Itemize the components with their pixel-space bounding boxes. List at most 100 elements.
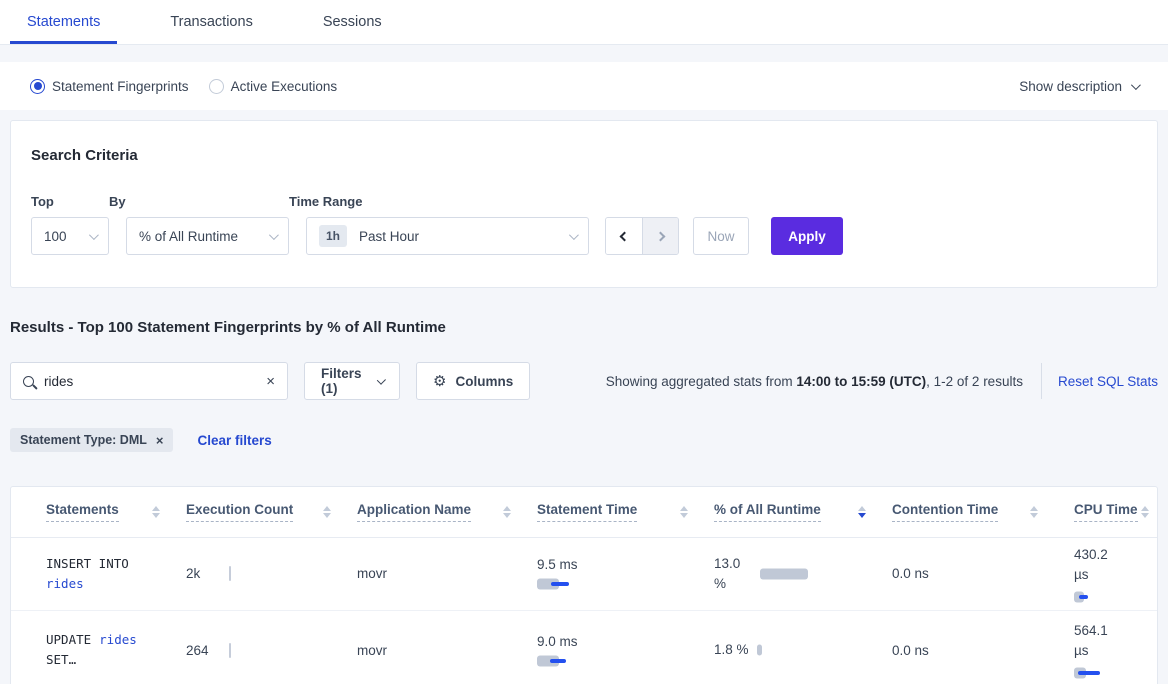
apply-button[interactable]: Apply — [771, 217, 843, 255]
sort-icon[interactable] — [858, 506, 866, 518]
pct-runtime-bar — [757, 644, 807, 656]
table-header-row: Statements Execution Count Application N… — [11, 487, 1157, 537]
sort-icon[interactable] — [680, 506, 688, 518]
statement-link[interactable]: rides — [46, 576, 84, 591]
columns-button[interactable]: ⚙ Columns — [416, 362, 530, 400]
tab-transactions[interactable]: Transactions — [153, 2, 269, 44]
time-range-field: Time Range 1h Past Hour — [289, 194, 589, 255]
chevron-down-icon — [569, 230, 579, 240]
top-select-value: 100 — [44, 229, 67, 244]
top-select[interactable]: 100 — [31, 217, 109, 255]
search-criteria-title: Search Criteria — [31, 147, 1137, 164]
cpu-time-value: 564.1 µs — [1074, 621, 1118, 661]
statements-table: Statements Execution Count Application N… — [11, 487, 1157, 684]
column-header-execution-count[interactable]: Execution Count — [186, 487, 357, 537]
statement-link[interactable]: rides — [99, 632, 137, 647]
previous-time-window-button[interactable] — [606, 218, 642, 254]
column-header-pct-of-all-runtime[interactable]: % of All Runtime — [714, 487, 892, 537]
filter-chip-statement-type[interactable]: Statement Type: DML × — [10, 428, 173, 452]
filter-chip-label: Statement Type: DML — [20, 433, 147, 447]
by-field: By % of All Runtime — [109, 194, 289, 255]
time-window-pager — [605, 217, 679, 255]
columns-button-label: Columns — [455, 374, 513, 389]
statement-search-box[interactable]: × — [10, 362, 288, 400]
cpu-time-bar — [1074, 667, 1157, 679]
contention-time-value: 0.0 ns — [892, 566, 929, 581]
time-range-select[interactable]: 1h Past Hour — [306, 217, 589, 255]
radio-active-executions[interactable]: Active Executions — [209, 79, 338, 94]
active-filters-row: Statement Type: DML × Clear filters — [10, 428, 1158, 452]
view-mode-bar: Statement Fingerprints Active Executions… — [0, 62, 1168, 110]
column-header-contention-time[interactable]: Contention Time — [892, 487, 1064, 537]
column-header-application-name[interactable]: Application Name — [357, 487, 537, 537]
chevron-down-icon — [269, 230, 279, 240]
top-field: Top 100 — [31, 194, 109, 255]
sort-icon[interactable] — [152, 506, 160, 518]
show-description-label: Show description — [1019, 79, 1122, 94]
time-range-label: Time Range — [289, 194, 589, 209]
sort-icon[interactable] — [1030, 506, 1038, 518]
show-description-toggle[interactable]: Show description — [1019, 79, 1138, 94]
column-header-statements[interactable]: Statements — [11, 487, 186, 537]
sort-icon[interactable] — [1141, 506, 1149, 518]
chevron-down-icon — [89, 230, 99, 240]
statements-table-card: Statements Execution Count Application N… — [10, 486, 1158, 684]
sort-icon[interactable] — [323, 506, 331, 518]
gear-icon: ⚙ — [433, 372, 446, 390]
sql-activity-tabbar: Statements Transactions Sessions — [0, 0, 1168, 45]
statement-fingerprint[interactable]: UPDATErides SET… — [46, 630, 186, 670]
statement-time-value: 9.0 ms — [537, 634, 578, 649]
by-select[interactable]: % of All Runtime — [126, 217, 289, 255]
search-criteria-card: Search Criteria Top 100 By % of All Runt… — [10, 120, 1158, 288]
radio-label: Statement Fingerprints — [52, 79, 189, 94]
column-header-cpu-time[interactable]: CPU Time — [1064, 487, 1157, 537]
application-name-value: movr — [357, 643, 387, 658]
by-select-value: % of All Runtime — [139, 229, 238, 244]
execution-count-value: 2k — [186, 566, 224, 581]
time-range-badge: 1h — [319, 225, 347, 247]
tab-statements[interactable]: Statements — [10, 2, 117, 44]
chevron-down-icon — [1131, 80, 1141, 90]
table-row[interactable]: INSERT INTO rides 2k movr 9.5 ms 13.0 % … — [11, 537, 1157, 610]
sort-icon[interactable] — [503, 506, 511, 518]
now-button[interactable]: Now — [693, 217, 749, 255]
top-label: Top — [31, 194, 109, 209]
radio-selected-icon[interactable] — [30, 79, 45, 94]
application-name-value: movr — [357, 566, 387, 581]
statement-fingerprint[interactable]: INSERT INTO rides — [46, 554, 186, 594]
chevron-left-icon — [619, 231, 629, 241]
pct-runtime-value: 1.8 % — [714, 640, 749, 660]
radio-statement-fingerprints[interactable]: Statement Fingerprints — [30, 79, 189, 94]
search-icon — [23, 376, 34, 387]
tab-sessions[interactable]: Sessions — [306, 2, 399, 44]
execution-count-bar — [229, 643, 231, 658]
statement-time-value: 9.5 ms — [537, 557, 578, 572]
contention-time-value: 0.0 ns — [892, 643, 929, 658]
search-input[interactable] — [44, 374, 256, 389]
search-criteria-fields: Top 100 By % of All Runtime Time Range 1… — [31, 194, 1137, 255]
next-time-window-button[interactable] — [642, 218, 678, 254]
results-heading: Results - Top 100 Statement Fingerprints… — [10, 319, 1158, 336]
column-header-statement-time[interactable]: Statement Time — [537, 487, 714, 537]
execution-count-bar — [229, 566, 231, 581]
reset-sql-stats-link[interactable]: Reset SQL Stats — [1042, 374, 1158, 389]
clear-search-icon[interactable]: × — [266, 374, 275, 389]
remove-filter-icon[interactable]: × — [156, 434, 164, 447]
statement-time-bar — [537, 578, 714, 590]
stats-time-window: 14:00 to 15:59 (UTC) — [796, 374, 926, 389]
view-mode-radio-group: Statement Fingerprints Active Executions — [30, 79, 337, 94]
by-label: By — [109, 194, 289, 209]
statement-time-bar — [537, 655, 714, 667]
filters-button[interactable]: Filters (1) — [304, 362, 400, 400]
showing-stats-text: Showing aggregated stats from 14:00 to 1… — [530, 374, 1041, 389]
cpu-time-bar — [1074, 591, 1157, 603]
table-row[interactable]: UPDATErides SET… 264 movr 9.0 ms 1.8 % 0… — [11, 610, 1157, 684]
clear-filters-link[interactable]: Clear filters — [197, 433, 271, 448]
radio-unselected-icon[interactable] — [209, 79, 224, 94]
cpu-time-value: 430.2 µs — [1074, 545, 1118, 585]
results-toolbar: × Filters (1) ⚙ Columns Showing aggregat… — [10, 362, 1158, 400]
chevron-down-icon — [377, 375, 386, 384]
execution-count-value: 264 — [186, 643, 224, 658]
pct-runtime-value: 13.0 % — [714, 554, 752, 594]
radio-label: Active Executions — [231, 79, 338, 94]
